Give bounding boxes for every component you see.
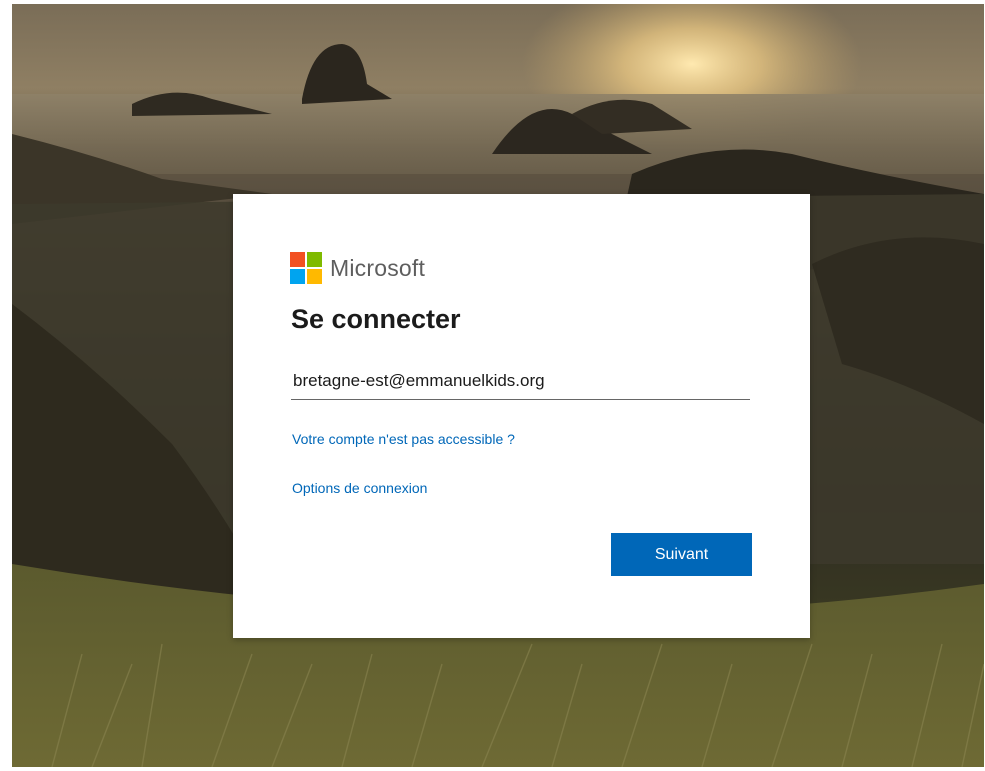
brand-name: Microsoft: [330, 254, 426, 281]
cant-access-account-link[interactable]: Votre compte n'est pas accessible ?: [292, 431, 515, 447]
page-title: Se connecter: [291, 304, 461, 334]
brand: Microsoft: [290, 252, 425, 284]
signin-options-link[interactable]: Options de connexion: [292, 480, 427, 496]
email-field[interactable]: [291, 362, 750, 400]
microsoft-logo-icon: [290, 252, 322, 284]
next-button[interactable]: Suivant: [611, 533, 752, 576]
page: Microsoft Se connecter Votre compte n'es…: [0, 0, 985, 771]
signin-card: Microsoft Se connecter Votre compte n'es…: [233, 194, 810, 638]
